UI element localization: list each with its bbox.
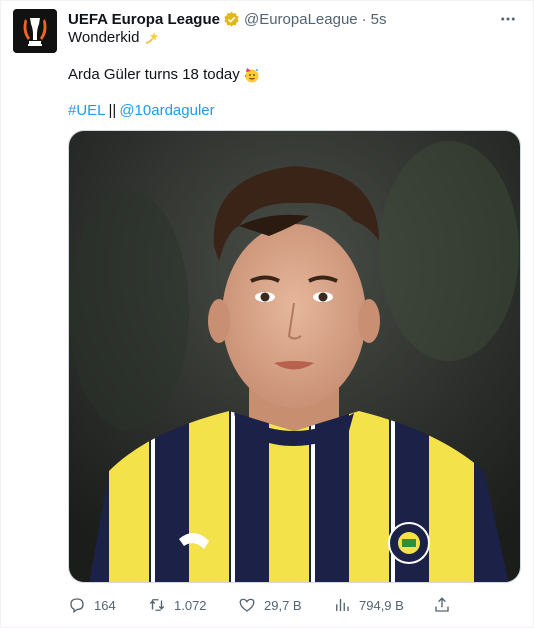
header-separator: · — [361, 10, 367, 28]
player-portrait-image — [69, 131, 520, 582]
tweet-text: Arda Güler turns 18 today — [68, 66, 240, 83]
views-chart-icon — [336, 599, 349, 611]
reply-button[interactable]: 164 — [68, 593, 116, 617]
tweet-text-line-2: Arda Güler turns 18 today — [68, 65, 260, 85]
dizzy-emoji-icon — [143, 30, 159, 46]
tweet-tags-line: #UEL || @10ardaguler — [68, 101, 215, 121]
retweet-count: 1.072 — [174, 597, 207, 613]
like-count: 29,7 B — [264, 597, 302, 613]
partying-face-emoji-icon — [244, 67, 260, 83]
uefa-europa-league-logo-icon — [13, 9, 57, 53]
tweet-text-line-1: Wonderkid — [68, 28, 159, 48]
tweet-timestamp[interactable]: 5s — [371, 11, 387, 28]
share-icon — [435, 597, 449, 612]
author-handle[interactable]: @EuropaLeague — [244, 11, 358, 28]
retweet-icon — [149, 599, 165, 611]
views-button[interactable]: 794,9 B — [333, 593, 404, 617]
retweet-button[interactable]: 1.072 — [148, 593, 207, 617]
mention-link[interactable]: @10ardaguler — [119, 101, 214, 121]
views-count: 794,9 B — [359, 597, 404, 613]
like-button[interactable]: 29,7 B — [238, 593, 302, 617]
reply-icon — [70, 598, 84, 614]
heart-icon — [239, 598, 255, 612]
more-options-icon[interactable] — [497, 9, 519, 29]
tweet-header: UEFA Europa League @EuropaLeague · 5s — [68, 9, 386, 29]
tweet-actions: 164 1.072 29,7 B 794,9 B — [68, 593, 468, 617]
tweet-card[interactable]: UEFA Europa League @EuropaLeague · 5s Wo… — [0, 0, 534, 628]
share-button[interactable] — [433, 593, 459, 617]
tweet-photo[interactable] — [68, 130, 521, 583]
author-name[interactable]: UEFA Europa League — [68, 11, 220, 28]
author-avatar[interactable] — [13, 9, 57, 53]
verified-badge-icon — [223, 11, 240, 28]
reply-count: 164 — [94, 597, 116, 613]
tags-separator: || — [108, 102, 117, 119]
tweet-text: Wonderkid — [68, 29, 140, 46]
hashtag-link[interactable]: #UEL — [68, 101, 106, 121]
